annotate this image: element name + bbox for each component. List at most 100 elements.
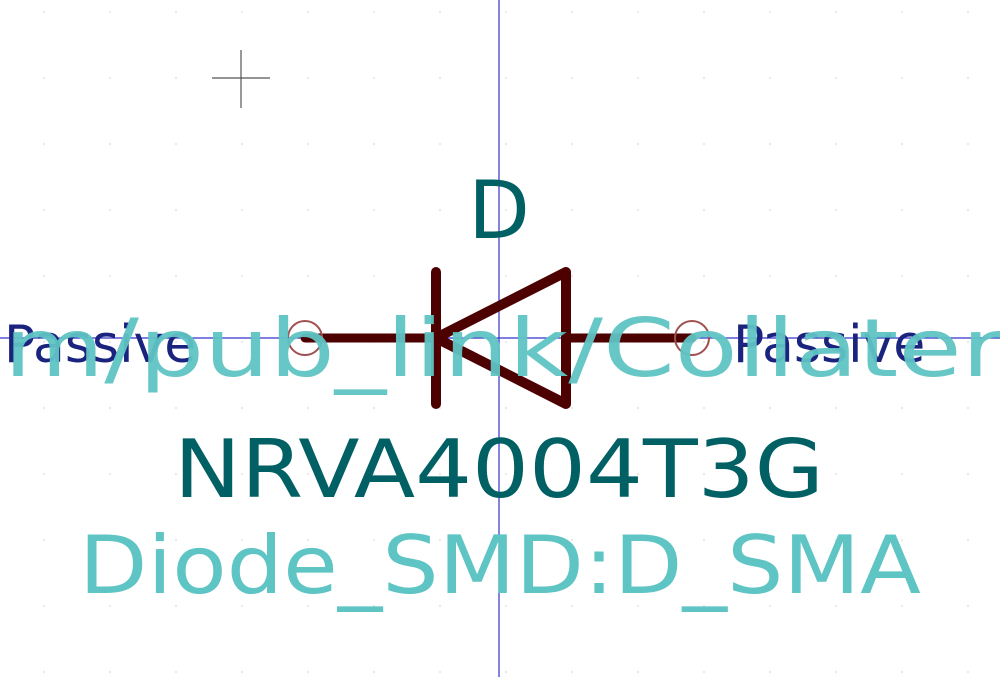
reference-designator[interactable]: D	[468, 164, 530, 257]
grid-dot	[307, 143, 309, 145]
grid-dot	[109, 143, 111, 145]
grid-dot	[967, 671, 969, 673]
grid-dot	[967, 473, 969, 475]
grid-dot	[637, 11, 639, 13]
schematic-canvas[interactable]: Passive Passive m/pub_link/Collater D NR…	[0, 0, 1000, 677]
grid-dot	[109, 77, 111, 79]
grid-dot	[835, 143, 837, 145]
grid-dot	[373, 209, 375, 211]
grid-dot	[43, 11, 45, 13]
grid-dot	[241, 143, 243, 145]
grid-dot	[967, 539, 969, 541]
grid-dot	[43, 143, 45, 145]
grid-dot	[901, 407, 903, 409]
grid-dot	[109, 275, 111, 277]
grid-dot	[109, 11, 111, 13]
schematic-drawing: Passive Passive m/pub_link/Collater D NR…	[0, 0, 1000, 677]
grid-dot	[109, 209, 111, 211]
grid-dot	[703, 143, 705, 145]
grid-dot	[109, 473, 111, 475]
link-field-text: m/pub_link/Collater	[4, 302, 1000, 395]
grid-dot	[373, 11, 375, 13]
grid-dot	[835, 407, 837, 409]
grid-dot	[175, 11, 177, 13]
grid-dot	[307, 11, 309, 13]
grid-dot	[769, 671, 771, 673]
grid-dot	[175, 143, 177, 145]
grid-dot	[505, 275, 507, 277]
grid-dot	[769, 407, 771, 409]
grid-dot	[505, 11, 507, 13]
grid-dot	[967, 77, 969, 79]
grid-dot	[241, 671, 243, 673]
grid-dot	[835, 473, 837, 475]
grid-dot	[373, 671, 375, 673]
grid-dot	[703, 11, 705, 13]
grid-dot	[703, 671, 705, 673]
grid-dot	[901, 275, 903, 277]
grid-dot	[373, 407, 375, 409]
grid-dot	[703, 407, 705, 409]
grid-dot	[43, 77, 45, 79]
grid-dot	[967, 143, 969, 145]
grid-dot	[967, 275, 969, 277]
grid-dot	[901, 209, 903, 211]
grid-dot	[505, 671, 507, 673]
grid-dot	[175, 671, 177, 673]
grid-dot	[307, 77, 309, 79]
grid-dot	[505, 143, 507, 145]
grid-dot	[241, 407, 243, 409]
grid-dot	[571, 671, 573, 673]
grid-dot	[439, 11, 441, 13]
component-value[interactable]: NRVA4004T3G	[174, 423, 824, 516]
grid-dot	[439, 143, 441, 145]
grid-dot	[637, 407, 639, 409]
grid-dot	[43, 473, 45, 475]
grid-dot	[439, 671, 441, 673]
grid-dot	[901, 473, 903, 475]
grid-dot	[901, 671, 903, 673]
grid-dot	[439, 209, 441, 211]
grid-dot	[307, 275, 309, 277]
grid-dot	[43, 539, 45, 541]
grid-dot	[241, 209, 243, 211]
grid-dot	[241, 275, 243, 277]
grid-dot	[43, 605, 45, 607]
grid-dot	[901, 143, 903, 145]
grid-dot	[43, 209, 45, 211]
grid-dot	[175, 209, 177, 211]
grid-dot	[571, 77, 573, 79]
grid-dot	[835, 275, 837, 277]
footprint-field[interactable]: Diode_SMD:D_SMA	[79, 519, 921, 612]
grid-dot	[307, 671, 309, 673]
grid-dot	[307, 209, 309, 211]
grid-dot	[769, 209, 771, 211]
grid-dot	[769, 143, 771, 145]
grid-dot	[637, 77, 639, 79]
grid-dot	[439, 77, 441, 79]
grid-dot	[967, 407, 969, 409]
grid-dot	[637, 143, 639, 145]
grid-dot	[703, 275, 705, 277]
grid-dot	[373, 143, 375, 145]
grid-dot	[967, 605, 969, 607]
grid-dot	[43, 275, 45, 277]
grid-dot	[43, 407, 45, 409]
grid-dot	[769, 275, 771, 277]
grid-dot	[835, 209, 837, 211]
grid-dot	[637, 671, 639, 673]
grid-dot	[241, 11, 243, 13]
grid-dot	[967, 209, 969, 211]
cursor-crosshair	[212, 50, 270, 108]
grid-dot	[769, 11, 771, 13]
grid-dot	[703, 209, 705, 211]
grid-dot	[43, 671, 45, 673]
grid-dot	[835, 77, 837, 79]
grid-dot	[175, 77, 177, 79]
grid-dot	[373, 275, 375, 277]
grid-dot	[769, 77, 771, 79]
grid-dot	[109, 671, 111, 673]
grid-dot	[175, 275, 177, 277]
grid-dot	[835, 11, 837, 13]
grid-dot	[571, 275, 573, 277]
